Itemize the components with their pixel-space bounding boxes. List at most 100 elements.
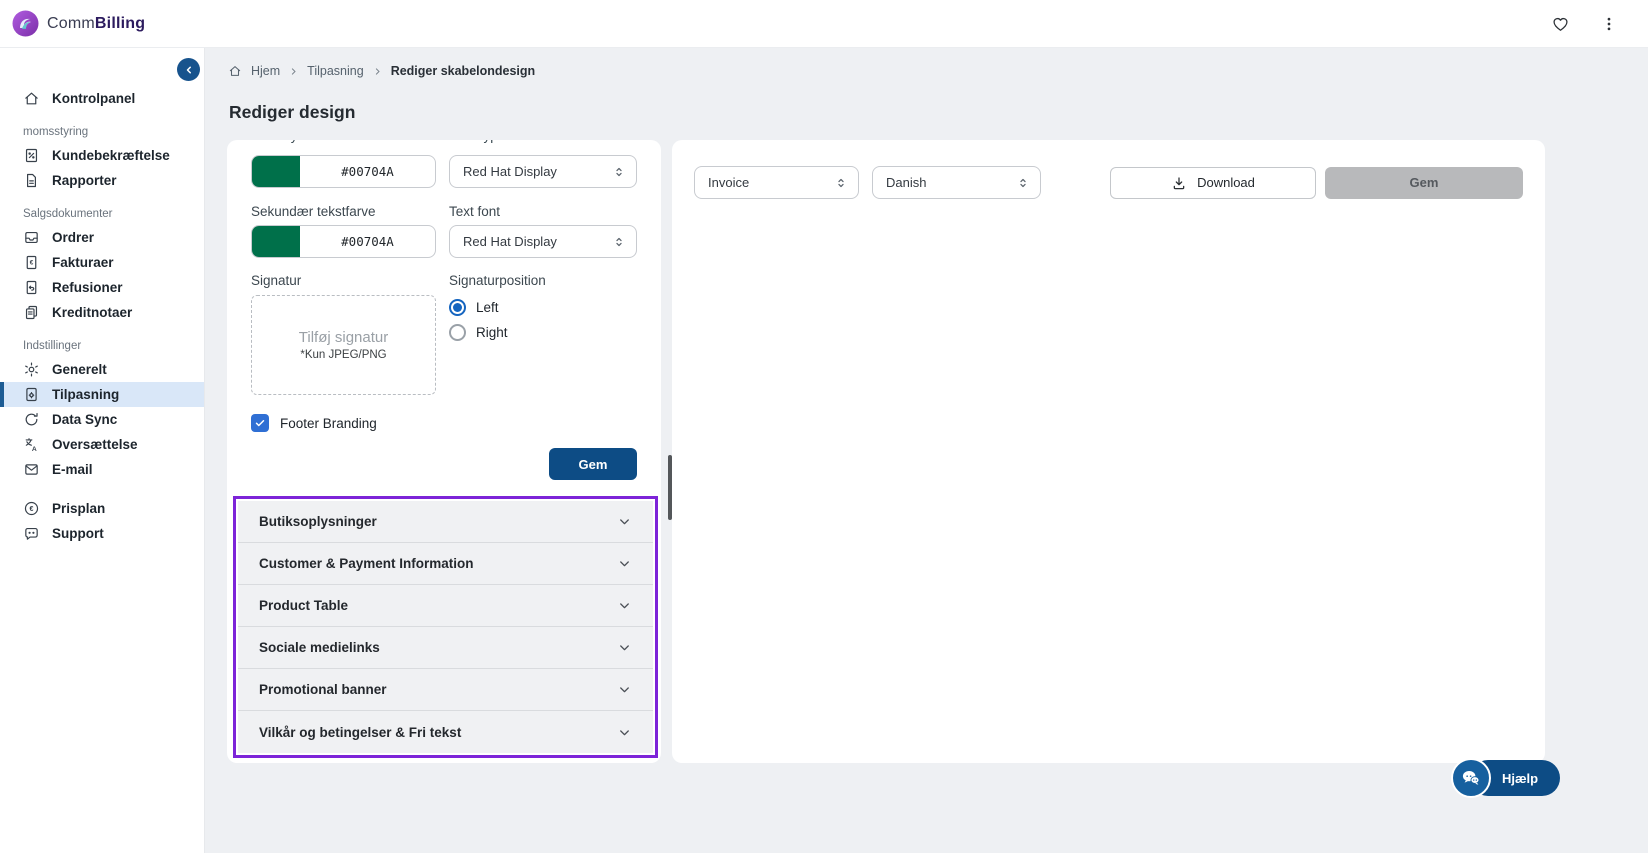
footer-branding-toggle[interactable]: Footer Branding <box>251 414 637 432</box>
signature-upload-text: Tilføj signatur <box>298 329 389 346</box>
chevron-down-icon <box>620 645 629 651</box>
sidebar-item-label: Tilpasning <box>52 387 120 402</box>
sidebar-item-rapporter[interactable]: Rapporter <box>0 168 204 193</box>
svg-text:€: € <box>30 260 34 267</box>
text-font-select[interactable]: Red Hat Display <box>449 225 637 258</box>
secondary-text-color-input[interactable]: #00704A <box>251 225 436 258</box>
sidebar-item-label: Kontrolpanel <box>52 91 136 106</box>
sidebar-item-ordrer[interactable]: Ordrer <box>0 225 204 250</box>
accordion-butiksoplysninger[interactable]: Butiksoplysninger <box>238 501 653 543</box>
checkbox-checked-icon[interactable] <box>251 414 269 432</box>
app-logo[interactable]: CommBilling <box>12 10 145 37</box>
collapse-sidebar-icon <box>186 66 191 73</box>
secondary-color-value: #00704A <box>341 234 394 249</box>
accordion-group-highlighted: Butiksoplysninger Customer & Payment Inf… <box>233 496 658 758</box>
breadcrumb-separator-icon <box>292 67 296 75</box>
help-button[interactable]: Hjælp <box>1451 758 1560 798</box>
sidebar: Kontrolpanel momsstyring Kundebekræftels… <box>0 48 205 853</box>
check-icon <box>255 420 265 427</box>
save-template-button-disabled[interactable]: Gem <box>1325 166 1523 199</box>
signature-label: Signatur <box>251 273 302 288</box>
sidebar-item-email[interactable]: E-mail <box>0 457 204 482</box>
brand-logo-icon <box>12 10 39 37</box>
sidebar-section-momsstyring: momsstyring <box>23 126 89 138</box>
invoice-euro-icon: € <box>26 255 37 270</box>
sidebar-section-indstillinger: Indstillinger <box>23 340 82 352</box>
home-icon <box>25 92 38 105</box>
accordion-promotional-banner[interactable]: Promotional banner <box>238 669 653 711</box>
breadcrumb-home-icon <box>229 66 241 76</box>
accordion-product-table[interactable]: Product Table <box>238 585 653 627</box>
clipped-label-row: Primary Text Color Skrifttype Primær <box>251 140 637 146</box>
accordion-sociale-medielinks[interactable]: Sociale medielinks <box>238 627 653 669</box>
language-select[interactable]: Danish <box>872 166 1041 199</box>
sidebar-item-tilpasning[interactable]: Tilpasning <box>0 382 204 407</box>
unfold-select-icon <box>616 237 622 246</box>
sidebar-item-prisplan[interactable]: € Prisplan <box>0 496 204 521</box>
radio-unselected-icon[interactable] <box>449 323 466 341</box>
unfold-select-icon <box>838 178 844 187</box>
primary-text-color-input[interactable]: #00704A <box>251 155 436 188</box>
sidebar-item-label: Kreditnotaer <box>52 305 133 320</box>
breadcrumb-item-hjem[interactable]: Hjem <box>251 64 280 78</box>
chevron-down-icon <box>620 561 629 567</box>
sidebar-item-refusioner[interactable]: Refusioner <box>0 275 204 300</box>
page-title: Rediger design <box>229 102 356 122</box>
accordion-customer-payment[interactable]: Customer & Payment Information <box>238 543 653 585</box>
sidebar-item-label: Oversættelse <box>52 437 138 452</box>
signature-upload-dropzone[interactable]: Tilføj signatur *Kun JPEG/PNG <box>251 295 436 395</box>
receipt-percent-icon <box>25 148 38 163</box>
sidebar-item-label: Refusioner <box>52 280 123 295</box>
favorites-button[interactable] <box>1549 13 1572 35</box>
download-button[interactable]: Download <box>1110 166 1316 199</box>
signature-position-right-option[interactable]: Right <box>449 323 637 341</box>
breadcrumb: Hjem Tilpasning Rediger skabelondesign <box>228 64 1648 78</box>
brand-bold: Billing <box>94 14 146 32</box>
text-font-selected-value: Red Hat Display <box>463 234 557 249</box>
save-design-button[interactable]: Gem <box>549 448 637 480</box>
signature-position-label: Signaturposition <box>449 273 546 288</box>
signature-position-left-option[interactable]: Left <box>449 298 637 316</box>
unfold-select-icon <box>616 167 622 176</box>
gear-icon <box>25 362 38 377</box>
top-bar: CommBilling <box>0 0 1648 48</box>
main-content: Hjem Tilpasning Rediger skabelondesign R… <box>205 48 1648 853</box>
euro-circle-icon: € <box>24 501 39 516</box>
primary-font-select[interactable]: Red Hat Display <box>449 155 637 188</box>
sidebar-item-data-sync[interactable]: Data Sync <box>0 407 204 432</box>
help-chat-icon <box>1462 771 1480 785</box>
chevron-down-icon <box>620 519 629 525</box>
customize-document-icon <box>26 387 37 402</box>
help-label: Hjælp <box>1501 770 1539 786</box>
sidebar-collapse-button[interactable] <box>177 58 200 81</box>
accordion-title: Vilkår og betingelser & Fri tekst <box>259 724 462 740</box>
sidebar-item-label: Support <box>52 526 104 541</box>
radio-selected-icon[interactable] <box>449 298 466 316</box>
accordion-title: Sociale medielinks <box>259 640 380 655</box>
sidebar-item-support[interactable]: Support <box>0 521 204 546</box>
more-menu-button[interactable] <box>1598 13 1620 35</box>
signature-upload-hint: *Kun JPEG/PNG <box>300 349 387 361</box>
primary-color-swatch[interactable] <box>252 156 300 187</box>
sidebar-item-kundebekraeftelse[interactable]: Kundebekræftelse <box>0 143 204 168</box>
sidebar-item-kreditnotaer[interactable]: Kreditnotaer <box>0 300 204 325</box>
sidebar-item-label: Rapporter <box>52 173 117 188</box>
preview-panel: Invoice Danish Download Gem <box>672 140 1545 763</box>
primary-font-label: Skrifttype Primær <box>449 140 553 146</box>
sidebar-item-kontrolpanel[interactable]: Kontrolpanel <box>0 86 204 111</box>
translate-icon: A <box>25 438 37 453</box>
sidebar-item-oversaettelse[interactable]: A Oversættelse <box>0 432 204 457</box>
brand-name: CommBilling <box>47 15 145 33</box>
sidebar-item-generelt[interactable]: Generelt <box>0 357 204 382</box>
mail-icon <box>25 464 38 475</box>
sidebar-item-label: Ordrer <box>52 230 95 245</box>
form-panel-scrollbar[interactable] <box>668 455 672 520</box>
sidebar-item-label: Data Sync <box>52 412 118 427</box>
secondary-color-swatch[interactable] <box>252 226 300 257</box>
breadcrumb-item-tilpasning[interactable]: Tilpasning <box>307 64 364 78</box>
template-type-select[interactable]: Invoice <box>694 166 859 199</box>
sidebar-section-salgsdokumenter: Salgsdokumenter <box>23 208 113 220</box>
accordion-vilkar-betingelser[interactable]: Vilkår og betingelser & Fri tekst <box>238 711 653 753</box>
sidebar-item-fakturaer[interactable]: € Fakturaer <box>0 250 204 275</box>
preview-toolbar: Invoice Danish Download Gem <box>694 166 1523 199</box>
